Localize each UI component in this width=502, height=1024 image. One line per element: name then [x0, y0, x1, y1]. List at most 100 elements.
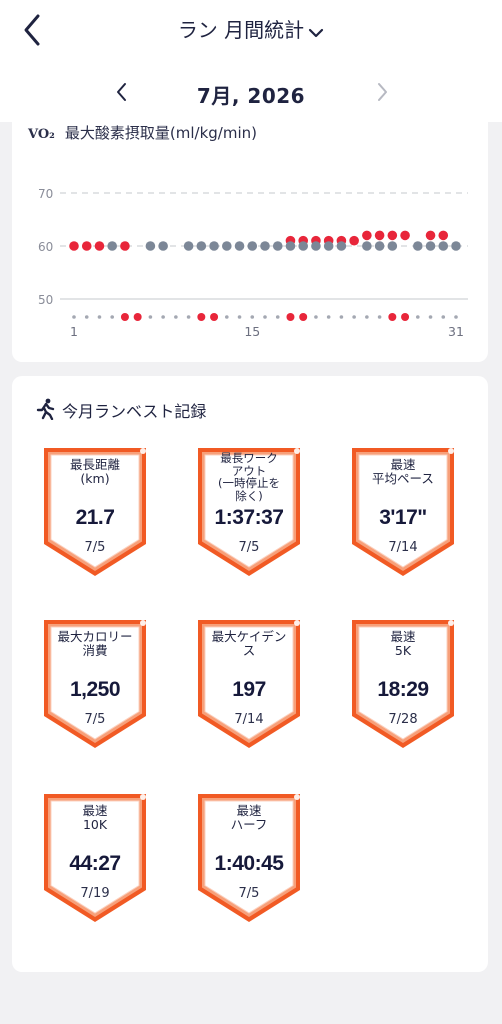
best-record-badge[interactable]: 最速 10K 44:27 7/19 [42, 792, 148, 924]
record-date: 7/5 [238, 540, 260, 555]
title-dropdown[interactable]: ラン 月間統計 [0, 14, 502, 44]
vo2-point-red [349, 235, 359, 246]
vo2-point-gray [451, 241, 461, 251]
vo2-point-red [400, 230, 410, 241]
vo2-point-gray [247, 241, 258, 251]
activity-dot [454, 315, 458, 319]
vo2-point-red [425, 230, 436, 241]
activity-dot [250, 315, 255, 319]
record-date: 7/19 [80, 886, 110, 901]
activity-dot [84, 315, 89, 319]
activity-dot [72, 315, 76, 319]
activity-dot [365, 315, 369, 319]
activity-dot [97, 315, 102, 319]
record-label: 最長距離 (km) [69, 457, 120, 486]
activity-dot [110, 315, 114, 319]
x-tick-label: 31 [448, 324, 464, 339]
next-month-button[interactable] [368, 76, 396, 108]
vo2-point-red [94, 241, 105, 251]
activity-dot [263, 315, 267, 319]
vo2-point-red [438, 230, 449, 241]
record-date: 7/14 [388, 540, 418, 555]
vo2-point-gray [362, 241, 372, 251]
activity-dot [314, 315, 318, 319]
activity-dot [225, 315, 229, 319]
y-tick-label: 70 [38, 187, 53, 201]
vo2-point-gray [374, 241, 385, 251]
record-value: 1,250 [69, 678, 121, 701]
vo2-point-gray [425, 241, 436, 251]
vo2-point-red [374, 230, 385, 241]
record-label: 最大ケイデン ス [211, 629, 287, 658]
activity-dot [428, 315, 433, 319]
activity-dot [174, 315, 178, 319]
activity-dot [326, 315, 331, 319]
activity-dot [377, 315, 382, 319]
activity-dot-active [299, 313, 308, 321]
record-date: 7/28 [388, 712, 418, 727]
activity-dot-active [120, 313, 129, 321]
vo2-point-red [69, 241, 79, 251]
record-date: 7/14 [234, 712, 264, 727]
record-date: 7/5 [84, 712, 106, 727]
vo2-point-gray [387, 241, 398, 251]
y-tick-label: 60 [38, 240, 53, 254]
activity-dot-active [286, 313, 295, 321]
activity-dot [339, 315, 344, 319]
vo2-point-gray [272, 241, 283, 251]
vo2-point-gray [413, 241, 423, 251]
record-value: 44:27 [69, 852, 121, 875]
record-value: 18:29 [377, 678, 429, 701]
best-record-badge[interactable]: 最長ワーク アウト (一時停止を 除く) 1:37:37 7/5 [196, 446, 302, 578]
page-title: ラン 月間統計 [177, 18, 305, 42]
record-value: 1:40:45 [214, 852, 284, 875]
best-record-badge[interactable]: 最大カロリー 消費 1,250 7/5 [42, 618, 148, 750]
best-records-title: 今月ランベスト記録 [62, 402, 207, 421]
best-record-badge[interactable]: 最速 5K 18:29 7/28 [350, 618, 456, 750]
vo2-point-gray [260, 241, 270, 251]
vo2-point-gray [336, 241, 347, 251]
x-tick-label: 1 [70, 324, 78, 339]
vo2-point-gray [285, 241, 296, 251]
activity-dot [186, 315, 191, 319]
vo2-point-gray [107, 241, 117, 251]
vo2-point-red [120, 241, 130, 251]
vo2-point-red [387, 230, 398, 241]
vo2-point-gray [323, 241, 334, 251]
record-label: 最長ワーク アウト (一時停止を 除く) [218, 451, 280, 503]
record-value: 197 [232, 678, 266, 701]
record-date: 7/5 [238, 886, 260, 901]
activity-dot [416, 315, 420, 319]
x-tick-label: 15 [244, 324, 260, 339]
record-date: 7/5 [84, 540, 106, 555]
activity-dot-active [133, 313, 142, 321]
activity-dot-active [210, 313, 219, 321]
vo2-point-gray [145, 241, 156, 251]
best-record-badge[interactable]: 最速 ハーフ 1:40:45 7/5 [196, 792, 302, 924]
y-tick-label: 50 [38, 293, 53, 307]
record-value: 1:37:37 [214, 506, 284, 529]
month-selector: 7月, 2026 [0, 76, 502, 108]
activity-dot [352, 315, 356, 319]
best-record-badge[interactable]: 最大ケイデン ス 197 7/14 [196, 618, 302, 750]
record-label: 最速 5K [390, 629, 416, 658]
chevron-down-icon [308, 20, 324, 44]
vo2-point-red [81, 241, 92, 251]
best-record-badge[interactable]: 最速 平均ペース 3'17" 7/14 [350, 446, 456, 578]
activity-dot-active [197, 313, 206, 321]
month-label: 7月, 2026 [196, 84, 306, 108]
activity-dot [161, 315, 165, 319]
record-label: 最速 平均ペース [372, 457, 434, 486]
activity-dot [441, 315, 446, 319]
vo2-point-gray [158, 241, 168, 251]
activity-dot [237, 315, 242, 319]
vo2-point-gray [438, 241, 449, 251]
record-label: 最速 10K [82, 803, 108, 832]
activity-dot-active [401, 313, 410, 321]
best-record-badge[interactable]: 最長距離 (km) 21.7 7/5 [42, 446, 148, 578]
record-value: 21.7 [75, 506, 115, 529]
record-label: 最大カロリー 消費 [57, 629, 133, 658]
vo2max-chart: 70 60 50 1 15 31 [38, 187, 468, 339]
vo2-point-gray [196, 241, 207, 251]
record-label: 最速 ハーフ [230, 803, 268, 832]
